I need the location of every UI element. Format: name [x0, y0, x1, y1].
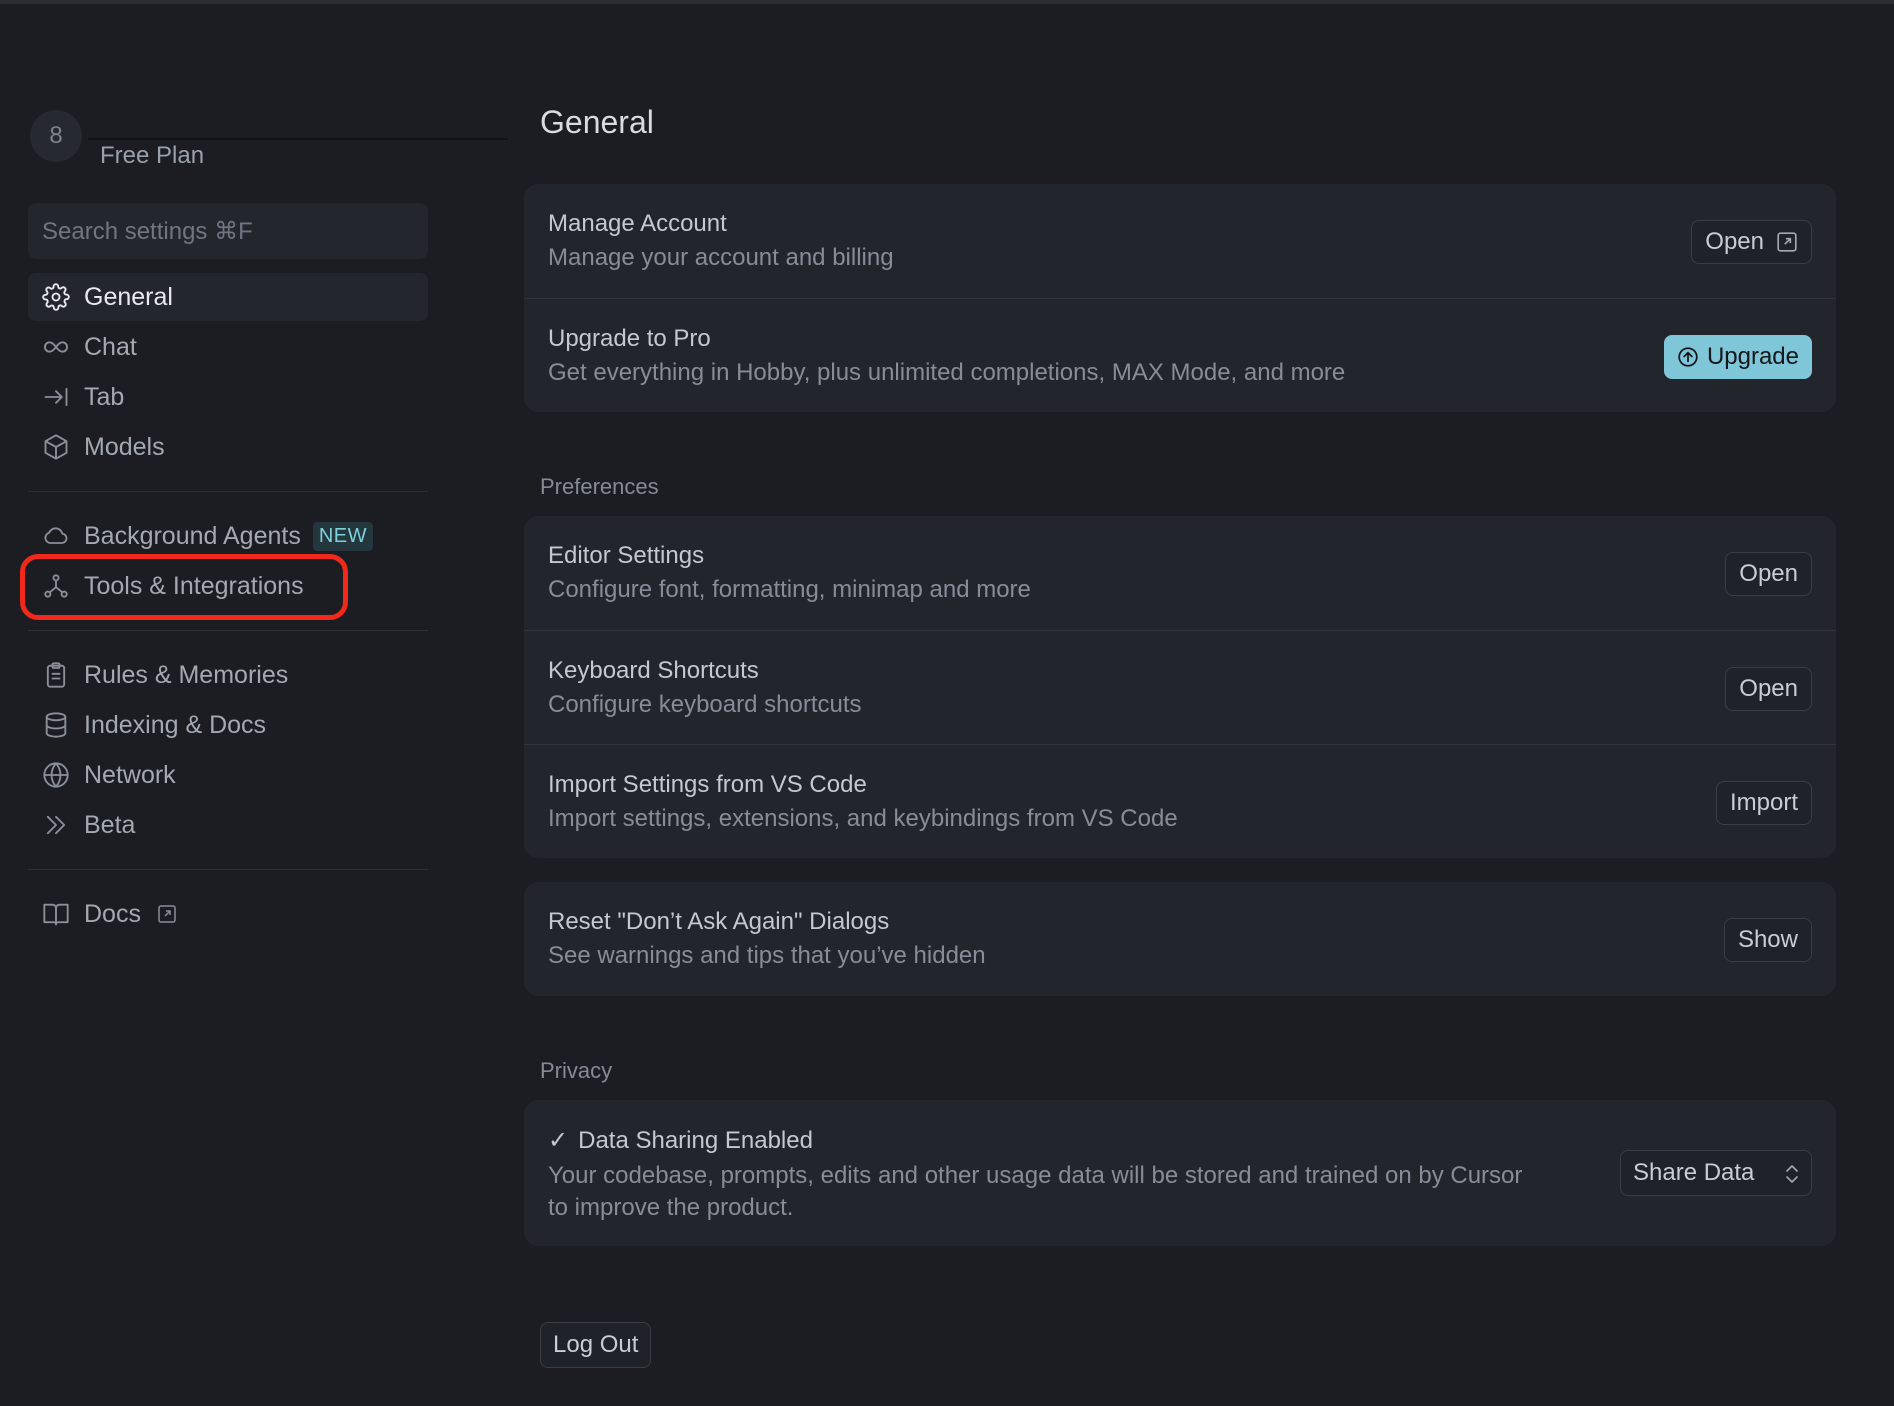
new-badge: NEW [312, 521, 373, 551]
sidebar-divider [28, 491, 428, 492]
sidebar-nav: General Chat Tab Models Background Agent… [20, 273, 428, 938]
gear-icon [42, 283, 70, 311]
share-data-select[interactable]: Share Data [1620, 1150, 1812, 1196]
page-title: General [540, 104, 654, 140]
upgrade-button[interactable]: Upgrade [1663, 335, 1812, 379]
clipboard-icon [46, 662, 66, 688]
manage-account-open-button[interactable]: Open [1691, 220, 1812, 264]
sidebar-item-tab[interactable]: Tab [28, 373, 428, 421]
upgrade-arrow-icon [1678, 347, 1698, 367]
infinity-icon [44, 341, 68, 353]
sidebar-divider [28, 630, 428, 631]
sidebar-item-general[interactable]: General [28, 273, 428, 321]
sidebar-item-docs[interactable]: Docs [28, 890, 428, 938]
data-sharing-title: ✓ Data Sharing Enabled [548, 1126, 813, 1155]
search-input[interactable]: Search settings ⌘F [28, 203, 428, 259]
sidebar-item-indexing-docs[interactable]: Indexing & Docs [28, 701, 428, 749]
globe-icon [43, 762, 69, 788]
preferences-section-label: Preferences [540, 474, 659, 499]
sidebar-item-beta[interactable]: Beta [28, 801, 428, 849]
cloud-icon [44, 527, 68, 544]
select-value: Share Data [1633, 1159, 1755, 1186]
sidebar-item-models[interactable]: Models [28, 423, 428, 471]
import-settings-desc: Import settings, extensions, and keybind… [548, 805, 1178, 832]
sidebar-item-label: Indexing & Docs [84, 710, 267, 739]
button-label: Upgrade [1706, 343, 1799, 370]
avatar[interactable]: 8 [30, 110, 82, 162]
sidebar-item-label: Background Agents [84, 521, 301, 550]
data-sharing-desc: Your codebase, prompts, edits and other … [548, 1162, 1523, 1221]
upgrade-title: Upgrade to Pro [548, 325, 711, 352]
integrations-icon [44, 574, 68, 598]
reset-dialogs-card: Reset "Don’t Ask Again" Dialogs See warn… [524, 882, 1836, 996]
sidebar-item-label: General [84, 282, 173, 311]
editor-settings-title: Editor Settings [548, 542, 705, 569]
keyboard-shortcuts-title: Keyboard Shortcuts [548, 657, 759, 684]
profile-section: 8 Free Plan [28, 108, 508, 174]
sidebar-item-label: Network [84, 760, 176, 789]
account-card: Manage Account Manage your account and b… [524, 184, 1836, 412]
tab-arrow-icon [44, 387, 68, 407]
sidebar-item-chat[interactable]: Chat [28, 323, 428, 371]
privacy-card: ✓ Data Sharing Enabled Your codebase, pr… [524, 1100, 1836, 1246]
window-top-border [0, 0, 1894, 4]
manage-account-title: Manage Account [548, 210, 727, 237]
import-settings-title: Import Settings from VS Code [548, 771, 867, 798]
keyboard-shortcuts-open-button[interactable]: Open [1725, 667, 1812, 711]
sidebar-item-label: Beta [84, 810, 136, 839]
upgrade-desc: Get everything in Hobby, plus unlimited … [548, 359, 1346, 386]
log-out-button[interactable]: Log Out [540, 1322, 652, 1368]
editor-settings-row: Editor Settings Configure font, formatti… [524, 516, 1836, 630]
sidebar-item-tools-integrations[interactable]: Tools & Integrations [20, 554, 428, 620]
reset-dialogs-row: Reset "Don’t Ask Again" Dialogs See warn… [524, 882, 1836, 996]
preferences-card: Editor Settings Configure font, formatti… [524, 516, 1836, 858]
sidebar-item-label: Rules & Memories [84, 660, 289, 689]
sidebar-item-network[interactable]: Network [28, 751, 428, 799]
sidebar-item-label: Models [84, 432, 165, 461]
manage-account-desc: Manage your account and billing [548, 244, 894, 271]
double-chevron-icon [46, 815, 66, 835]
database-icon [45, 712, 67, 738]
import-settings-row: Import Settings from VS Code Import sett… [524, 744, 1836, 858]
import-button[interactable]: Import [1715, 781, 1812, 825]
sidebar-divider [28, 869, 428, 870]
sidebar-item-label: Tools & Integrations [84, 571, 304, 600]
upgrade-row: Upgrade to Pro Get everything in Hobby, … [524, 298, 1836, 412]
external-link-icon [158, 905, 176, 923]
check-icon: ✓ [548, 1127, 569, 1154]
sidebar-item-label: Chat [84, 332, 137, 361]
settings-sidebar: 8 Free Plan Search settings ⌘F General C… [20, 108, 508, 940]
reset-dialogs-desc: See warnings and tips that you’ve hidden [548, 942, 986, 969]
account-name-field [88, 138, 508, 140]
privacy-section-label: Privacy [540, 1058, 613, 1083]
sidebar-item-rules-memories[interactable]: Rules & Memories [28, 651, 428, 699]
sidebar-item-label: Tab [84, 382, 125, 411]
editor-settings-open-button[interactable]: Open [1725, 552, 1812, 596]
sidebar-item-label: Docs [84, 899, 141, 928]
button-label: Open [1705, 228, 1764, 255]
cube-icon [44, 434, 68, 460]
data-sharing-row: ✓ Data Sharing Enabled Your codebase, pr… [524, 1100, 1836, 1246]
show-button[interactable]: Show [1723, 918, 1812, 962]
keyboard-shortcuts-row: Keyboard Shortcuts Configure keyboard sh… [524, 630, 1836, 744]
manage-account-row: Manage Account Manage your account and b… [524, 184, 1836, 298]
external-link-icon [1777, 232, 1797, 252]
reset-dialogs-title: Reset "Don’t Ask Again" Dialogs [548, 908, 890, 935]
plan-label: Free Plan [100, 142, 205, 169]
editor-settings-desc: Configure font, formatting, minimap and … [548, 576, 1031, 603]
data-sharing-label: Data Sharing Enabled [578, 1126, 813, 1154]
chevron-up-down-icon [1786, 1165, 1798, 1183]
book-icon [43, 903, 69, 926]
keyboard-shortcuts-desc: Configure keyboard shortcuts [548, 691, 862, 718]
sidebar-item-background-agents[interactable]: Background Agents NEW [28, 512, 428, 560]
